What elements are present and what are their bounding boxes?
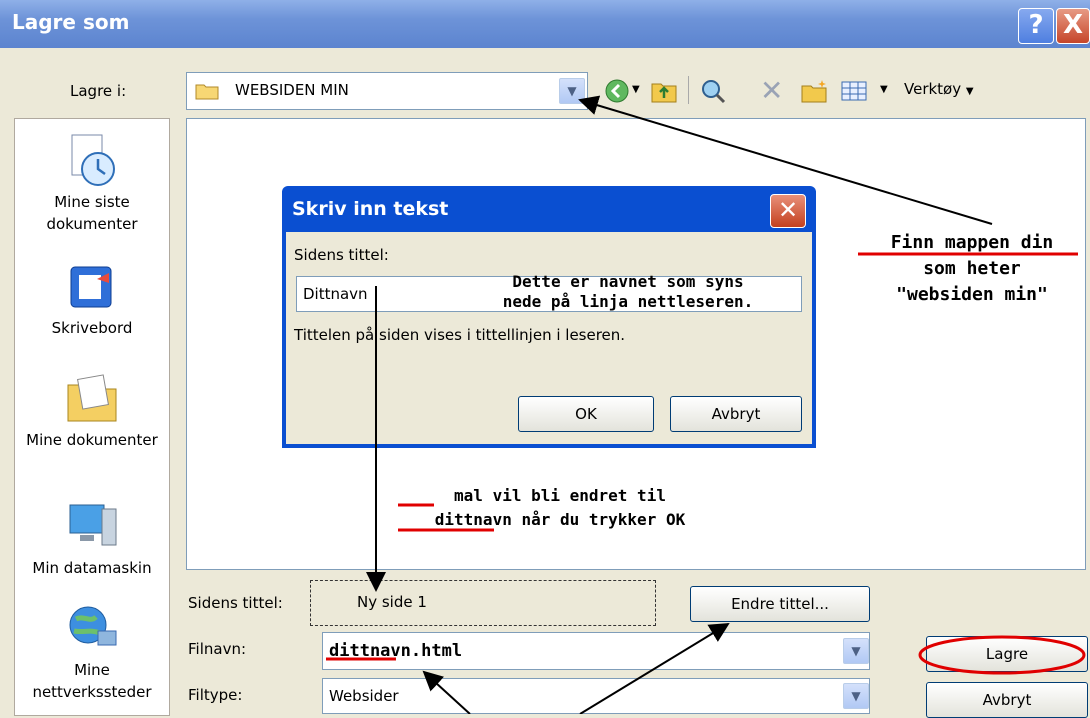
place-recent-documents[interactable]: Mine siste dokumenter (15, 129, 169, 259)
place-label: Skrivebord (51, 319, 133, 337)
dialog-title: Skriv inn tekst (292, 198, 449, 220)
save-in-label: Lagre i: (70, 82, 127, 100)
dialog-cancel-button[interactable]: Avbryt (670, 396, 802, 432)
place-desktop[interactable]: Skrivebord (15, 259, 169, 359)
chevron-down-icon: ▼ (965, 86, 974, 97)
dialog-body: Sidens tittel: Dittnavn Tittelen på side… (286, 232, 812, 444)
place-my-computer[interactable]: Min datamaskin (15, 497, 169, 597)
input-dialog: Skriv inn tekst ✕ Sidens tittel: Dittnav… (282, 186, 816, 448)
search-web-icon[interactable] (700, 78, 726, 104)
filetype-value: Websider (329, 687, 399, 705)
annotation-line: "websiden min" (896, 284, 1048, 305)
page-title-input-value: Dittnavn (303, 285, 368, 303)
annotation-line: nede på linja nettleseren. (502, 292, 754, 311)
place-label: Mine dokumenter (26, 431, 158, 449)
back-icon[interactable] (604, 78, 630, 104)
annotation-line: Dette er navnet som syns (512, 272, 744, 291)
annotation-line: Finn mappen din (890, 232, 1054, 253)
desktop-icon (70, 266, 112, 308)
my-documents-icon (67, 374, 117, 422)
chevron-down-icon[interactable]: ▼ (843, 638, 869, 664)
place-my-documents[interactable]: Mine dokumenter (15, 369, 169, 489)
dialog-close-button[interactable]: ✕ (770, 194, 806, 228)
filetype-label: Filtype: (188, 686, 243, 704)
annotation-title-note: Dette er navnet som syns nede på linja n… (438, 272, 818, 312)
delete-icon[interactable]: ✕ (760, 74, 783, 107)
my-computer-icon (69, 504, 117, 546)
back-dropdown-icon[interactable]: ▼ (632, 84, 640, 95)
place-label: Min datamaskin (32, 559, 152, 577)
views-icon[interactable] (840, 78, 868, 104)
save-button[interactable]: Lagre (926, 636, 1088, 672)
tools-menu[interactable]: Verktøy ▼ (904, 80, 974, 98)
annotation-line: mal vil bli endret til (454, 486, 666, 505)
cancel-button[interactable]: Avbryt (926, 682, 1088, 718)
window-title: Lagre som (12, 10, 130, 34)
save-in-dropdown[interactable]: WEBSIDEN MIN ▼ (186, 72, 588, 110)
places-bar: Mine siste dokumenter Skrivebord Mine do… (14, 118, 170, 716)
help-button[interactable]: ? (1018, 8, 1054, 44)
save-in-value: WEBSIDEN MIN (235, 81, 349, 99)
filename-field[interactable]: dittnavn.html ▼ (322, 632, 870, 670)
folder-icon (195, 84, 219, 100)
place-network[interactable]: Mine nettverkssteder (15, 599, 169, 715)
change-title-button[interactable]: Endre tittel... (690, 586, 870, 622)
page-title-display: Ny side 1 (310, 580, 656, 626)
place-label: Mine siste dokumenter (46, 193, 138, 233)
annotation-folder-note: Finn mappen din som heter "websiden min" (854, 230, 1090, 308)
page-title-label: Sidens tittel: (188, 594, 283, 612)
filetype-dropdown[interactable]: Websider ▼ (322, 678, 870, 714)
ok-button[interactable]: OK (518, 396, 654, 432)
filename-label: Filnavn: (188, 640, 247, 658)
dialog-field-label: Sidens tittel: (294, 246, 389, 264)
chevron-down-icon[interactable]: ▼ (559, 78, 585, 104)
title-bar: Lagre som ? X (0, 0, 1090, 48)
network-places-icon (69, 606, 117, 646)
filename-value: dittnavn.html (329, 641, 463, 661)
annotation-mal-note: mal vil bli endret til dittnavn når du t… (390, 484, 730, 532)
page-title-value: Ny side 1 (357, 593, 427, 611)
new-folder-icon[interactable] (800, 78, 828, 104)
chevron-down-icon[interactable]: ▼ (843, 683, 869, 709)
place-label: Mine nettverkssteder (32, 661, 152, 701)
views-dropdown-icon[interactable]: ▼ (880, 84, 888, 95)
close-button[interactable]: X (1056, 8, 1090, 44)
recent-documents-icon (71, 134, 115, 186)
toolbar-separator (688, 76, 689, 104)
tools-label: Verktøy (904, 80, 962, 98)
annotation-line: dittnavn når du trykker OK (434, 510, 686, 529)
up-folder-icon[interactable] (650, 78, 678, 104)
annotation-line: som heter (923, 258, 1021, 279)
dialog-hint: Tittelen på siden vises i tittellinjen i… (294, 326, 626, 344)
